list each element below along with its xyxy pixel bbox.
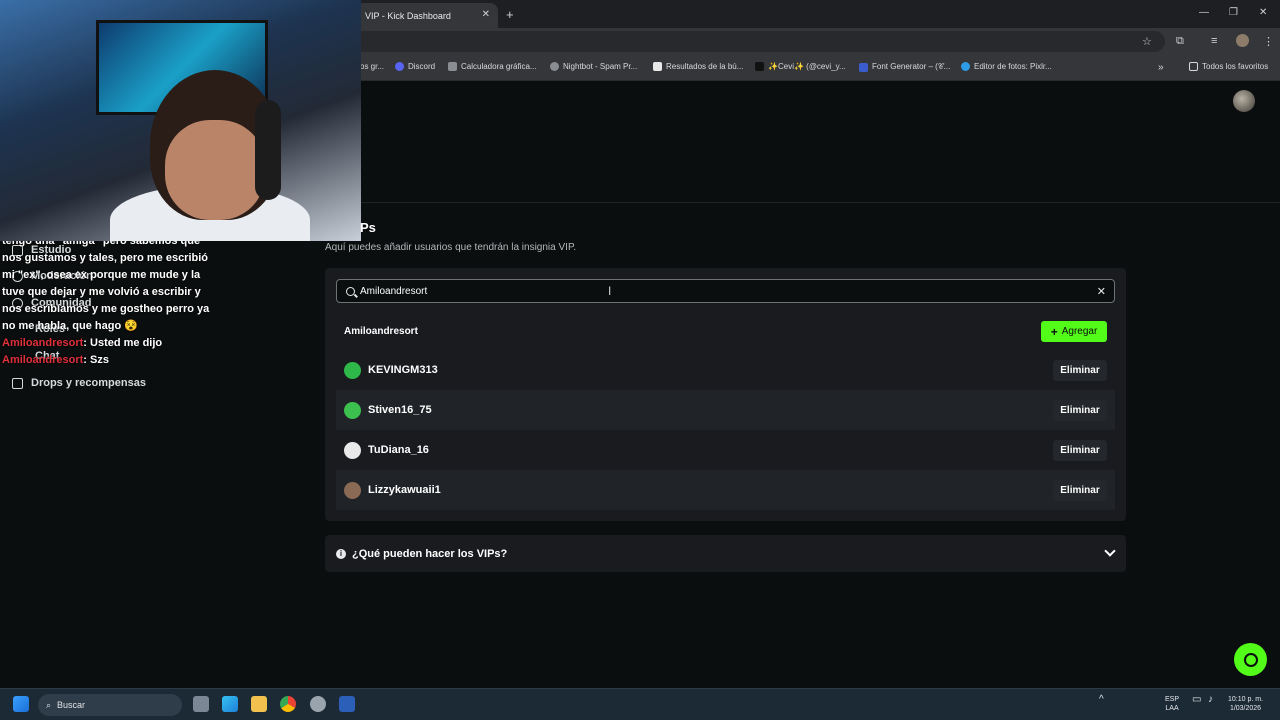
chat-message: Amiloandresort: Usted me dijo (2, 335, 212, 352)
webcam-headset (255, 100, 281, 200)
page-title: Ps (360, 220, 376, 235)
vip-username: Lizzykawuaii1 (368, 484, 441, 496)
tray-chevron-icon[interactable]: ^ (1099, 695, 1104, 705)
media-icon[interactable]: ≡ (1211, 35, 1217, 47)
vip-row: TuDiana_16 Eliminar (336, 430, 1115, 470)
vip-row: KEVINGM313 Eliminar (336, 350, 1115, 390)
chevron-down-icon (1104, 545, 1116, 557)
language-indicator[interactable]: ESP LAA (1165, 695, 1179, 713)
webcam-overlay (0, 0, 361, 241)
chat-message: Amiloandresort: Szs (2, 352, 212, 369)
bookmark-item[interactable]: os gr... (360, 62, 384, 71)
chat-text: : Szs (83, 354, 109, 366)
taskbar-search[interactable]: ⌕ Buscar (38, 694, 182, 716)
faq-accordion[interactable]: i ¿Qué pueden hacer los VIPs? (325, 535, 1126, 572)
extensions-icon[interactable]: ⧉ (1176, 35, 1184, 48)
folder-icon (1189, 62, 1198, 71)
bookmark-item[interactable]: Calculadora gráfica... (448, 62, 537, 71)
bookmark-item[interactable]: Resultados de la bú... (653, 62, 743, 71)
profile-avatar[interactable] (1236, 34, 1249, 47)
windows-start-icon[interactable] (13, 696, 29, 712)
clear-icon[interactable]: ✕ (1097, 285, 1106, 298)
vip-username: Stiven16_75 (368, 404, 432, 416)
chat-line: mi "ex", osea ex porque me mude y la (2, 269, 201, 281)
vip-username: KEVINGM313 (368, 364, 438, 376)
vip-row: Stiven16_75 Eliminar (336, 390, 1115, 430)
discord-icon (395, 62, 404, 71)
edge-icon[interactable] (222, 696, 238, 712)
network-icon[interactable]: ▭ (1192, 695, 1201, 705)
help-button[interactable] (1234, 643, 1267, 676)
chat-line: nos gustamos y tales, pero me escribió (2, 252, 209, 264)
menu-icon[interactable]: ⋮ (1263, 35, 1274, 48)
remove-vip-button[interactable]: Eliminar (1053, 440, 1107, 461)
file-explorer-icon[interactable] (251, 696, 267, 712)
volume-icon[interactable]: ♪ (1208, 695, 1213, 705)
screen: VIP - Kick Dashboard ✕ + — ❐ ✕ ☆ ⧉ ≡ ⋮ o… (0, 0, 1280, 720)
minimize-icon[interactable]: — (1199, 7, 1209, 18)
gift-icon (12, 377, 23, 389)
plus-icon: + (1050, 324, 1058, 339)
search-result-name: Amiloandresort (344, 326, 418, 337)
bookmark-item[interactable]: Nightbot - Spam Pr... (550, 62, 637, 71)
maximize-icon[interactable]: ❐ (1229, 7, 1238, 18)
url-input[interactable] (345, 31, 1165, 52)
webcam-face (165, 120, 265, 220)
text-cursor-icon: I (608, 284, 612, 298)
star-icon[interactable]: ☆ (1142, 35, 1152, 48)
page-subtitle: Aquí puedes añadir usuarios que tendrán … (325, 242, 577, 253)
calculator-icon (448, 62, 457, 71)
remove-vip-button[interactable]: Eliminar (1053, 360, 1107, 381)
search-icon: ⌕ (46, 699, 52, 710)
obs-icon[interactable] (310, 696, 326, 712)
new-tab-icon[interactable]: + (506, 7, 514, 22)
info-icon: i (336, 548, 346, 559)
chat-username: Amiloandresort (2, 337, 84, 349)
bookmark-item[interactable]: Editor de fotos: Pixlr... (961, 62, 1052, 71)
chat-overlay: tengo una "amiga" pero sabemos que nos g… (2, 233, 212, 369)
tiktok-icon (755, 62, 764, 71)
task-view-icon[interactable] (193, 696, 209, 712)
search-input[interactable]: Amiloandresort ✕ (336, 279, 1115, 303)
word-icon[interactable] (339, 696, 355, 712)
user-avatar[interactable] (1233, 90, 1255, 112)
sidebar-item-drops[interactable]: Drops y recompensas (12, 377, 146, 389)
close-window-icon[interactable]: ✕ (1259, 7, 1267, 18)
avatar (344, 481, 361, 499)
avatar (344, 401, 361, 419)
bookmark-item[interactable]: ✨Cevi✨ (@cevi_y... (755, 62, 846, 71)
chat-line: nos escribíamos y me gostheo perro ya (2, 303, 210, 315)
faq-label: ¿Qué pueden hacer los VIPs? (352, 547, 508, 560)
document-icon (653, 62, 662, 71)
remove-vip-button[interactable]: Eliminar (1053, 400, 1107, 421)
avatar (344, 441, 361, 459)
chat-username: Amiloandresort (2, 354, 84, 366)
font-generator-icon (859, 62, 868, 72)
vip-username: TuDiana_16 (368, 444, 429, 456)
pixlr-icon (961, 62, 970, 71)
chat-line: tuve que dejar y me volvió a escribir y (2, 286, 201, 298)
taskbar: ⌕ Buscar ^ ESP LAA ▭ ♪ 10:10 p. m. 1/03/20… (0, 688, 1280, 720)
nightbot-icon (550, 62, 559, 71)
vip-row: Lizzykawuaii1 Eliminar (336, 470, 1115, 510)
close-tab-icon[interactable]: ✕ (482, 9, 490, 20)
bookmark-item[interactable]: Font Generator – (𝒞... (859, 62, 950, 72)
chrome-icon[interactable] (280, 696, 296, 712)
bookmark-item[interactable]: Discord (395, 62, 435, 71)
add-vip-button[interactable]: + Agregar (1041, 321, 1107, 342)
headset-icon (1243, 652, 1258, 667)
chat-line: no me habla, que hago 😵 (2, 320, 138, 332)
search-value: Amiloandresort (360, 285, 428, 297)
chat-text: : Usted me dijo (83, 337, 163, 349)
remove-vip-button[interactable]: Eliminar (1053, 480, 1107, 501)
browser-tab[interactable]: VIP - Kick Dashboard ✕ (355, 3, 498, 28)
more-bookmarks-icon[interactable]: » (1158, 62, 1164, 73)
clock[interactable]: 10:10 p. m. 1/03/2026 (1228, 695, 1263, 713)
tab-title: VIP - Kick Dashboard (365, 10, 451, 21)
bookmark-folder[interactable]: Todos los favoritos (1189, 62, 1268, 71)
avatar (344, 361, 361, 379)
search-icon (346, 286, 355, 296)
